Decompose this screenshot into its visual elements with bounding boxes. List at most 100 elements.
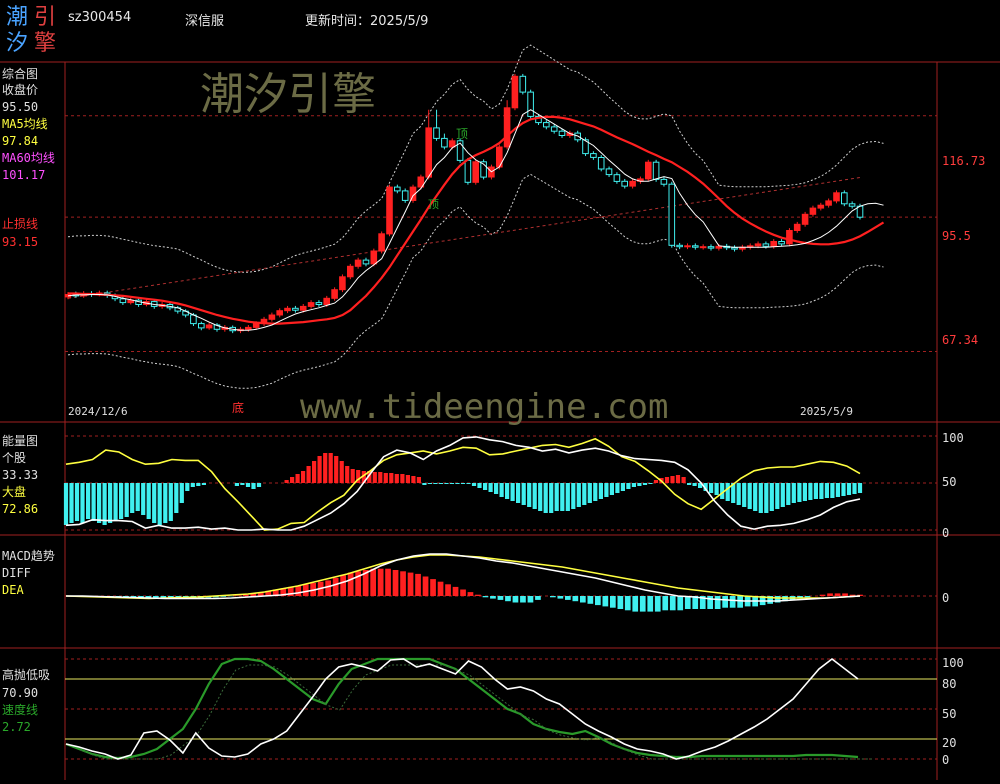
energy-bar — [560, 483, 564, 511]
macd-bar — [558, 596, 564, 599]
energy-bar — [577, 483, 581, 507]
candle-down — [551, 127, 557, 131]
macd-bar — [715, 596, 721, 609]
energy-bar — [169, 483, 173, 521]
energy-bar — [715, 483, 719, 495]
candle-down — [465, 160, 471, 182]
energy-bar — [318, 456, 322, 483]
energy-bar — [202, 483, 206, 485]
energy-stock-value: 33.33 — [2, 469, 38, 482]
energy-bar — [726, 483, 730, 501]
energy-bar — [406, 475, 410, 483]
candle-down — [402, 191, 408, 201]
macd-bar — [625, 596, 631, 610]
candle-up — [504, 108, 510, 147]
energy-bar — [516, 483, 520, 503]
candle-down — [528, 92, 534, 116]
energy-bar — [803, 483, 807, 501]
energy-bar — [637, 483, 641, 486]
energy-bar — [417, 477, 421, 483]
energy-bar — [571, 483, 575, 509]
candle-up — [834, 193, 840, 201]
energy-bar — [676, 475, 680, 483]
ma5-value: 97.84 — [2, 135, 38, 148]
energy-bar — [825, 483, 829, 498]
candle-up — [277, 311, 283, 315]
axis-level-label: 100 — [942, 431, 964, 445]
axis-level-label: 50 — [942, 475, 956, 489]
axis-level-label: 100 — [942, 656, 964, 670]
diff-label: DIFF — [2, 567, 31, 580]
energy-bar — [781, 483, 785, 507]
macd-bar — [730, 596, 736, 608]
candle-down — [598, 158, 604, 170]
energy-market-label: 大盘 — [2, 486, 26, 499]
candle-up — [285, 308, 291, 310]
candle-up — [512, 76, 518, 108]
energy-bar — [489, 483, 493, 492]
candle-down — [653, 162, 659, 179]
energy-bar — [136, 483, 140, 511]
candle-up — [332, 290, 338, 299]
energy-bar — [103, 483, 107, 525]
macd-bar — [423, 577, 429, 597]
energy-bar — [400, 474, 404, 483]
candle-up — [755, 244, 761, 246]
energy-bar — [511, 483, 515, 501]
candle-up — [348, 266, 354, 277]
energy-bar — [97, 483, 101, 523]
macd-bar — [468, 592, 474, 596]
top-marker: 顶 — [456, 128, 468, 141]
candle-down — [669, 184, 675, 245]
macd-bar — [655, 596, 661, 612]
energy-bar — [500, 483, 504, 497]
energy-bar — [753, 483, 757, 511]
macd-bar — [303, 584, 309, 596]
candle-down — [591, 154, 597, 158]
energy-bar — [384, 473, 388, 483]
candle-down — [614, 175, 620, 182]
candle-down — [559, 131, 565, 135]
macd-bar — [483, 596, 489, 597]
energy-bar — [196, 483, 200, 486]
energy-bar — [841, 483, 845, 496]
candle-up — [802, 214, 808, 224]
macd-bar — [333, 578, 339, 596]
energy-bar — [682, 477, 686, 483]
macd-bar — [490, 596, 496, 599]
energy-bar — [69, 483, 73, 523]
energy-bar — [665, 477, 669, 483]
candle-up — [269, 315, 275, 319]
energy-bar — [544, 483, 548, 513]
candle-down — [708, 247, 714, 248]
candle-down — [544, 123, 550, 127]
energy-bar — [599, 483, 603, 499]
macd-bar — [647, 596, 653, 612]
market-name: 深信服 — [185, 10, 224, 29]
energy-bar — [301, 471, 305, 483]
energy-bar — [411, 476, 415, 483]
macd-bar — [408, 573, 414, 596]
energy-bar — [522, 483, 526, 505]
axis-level-label: 80 — [942, 677, 956, 691]
energy-bar — [378, 472, 382, 483]
macd-bar — [685, 596, 691, 609]
candle-up — [340, 277, 346, 290]
energy-bar — [246, 483, 250, 487]
energy-bar — [235, 483, 239, 486]
macd-bar — [520, 596, 526, 603]
macd-bar — [842, 593, 848, 596]
energy-bar — [114, 483, 118, 521]
logo-char: 潮 — [6, 6, 28, 30]
energy-bar — [709, 483, 713, 493]
macd-bar — [603, 596, 609, 606]
candle-up — [324, 298, 330, 304]
candle-up — [700, 247, 706, 248]
logo-char: 擎 — [34, 32, 56, 56]
candle-up — [426, 128, 432, 177]
candle-down — [363, 260, 369, 264]
candle-up — [206, 325, 212, 328]
candle-up — [387, 187, 393, 234]
candle-up — [246, 327, 252, 329]
energy-bar — [158, 483, 162, 525]
